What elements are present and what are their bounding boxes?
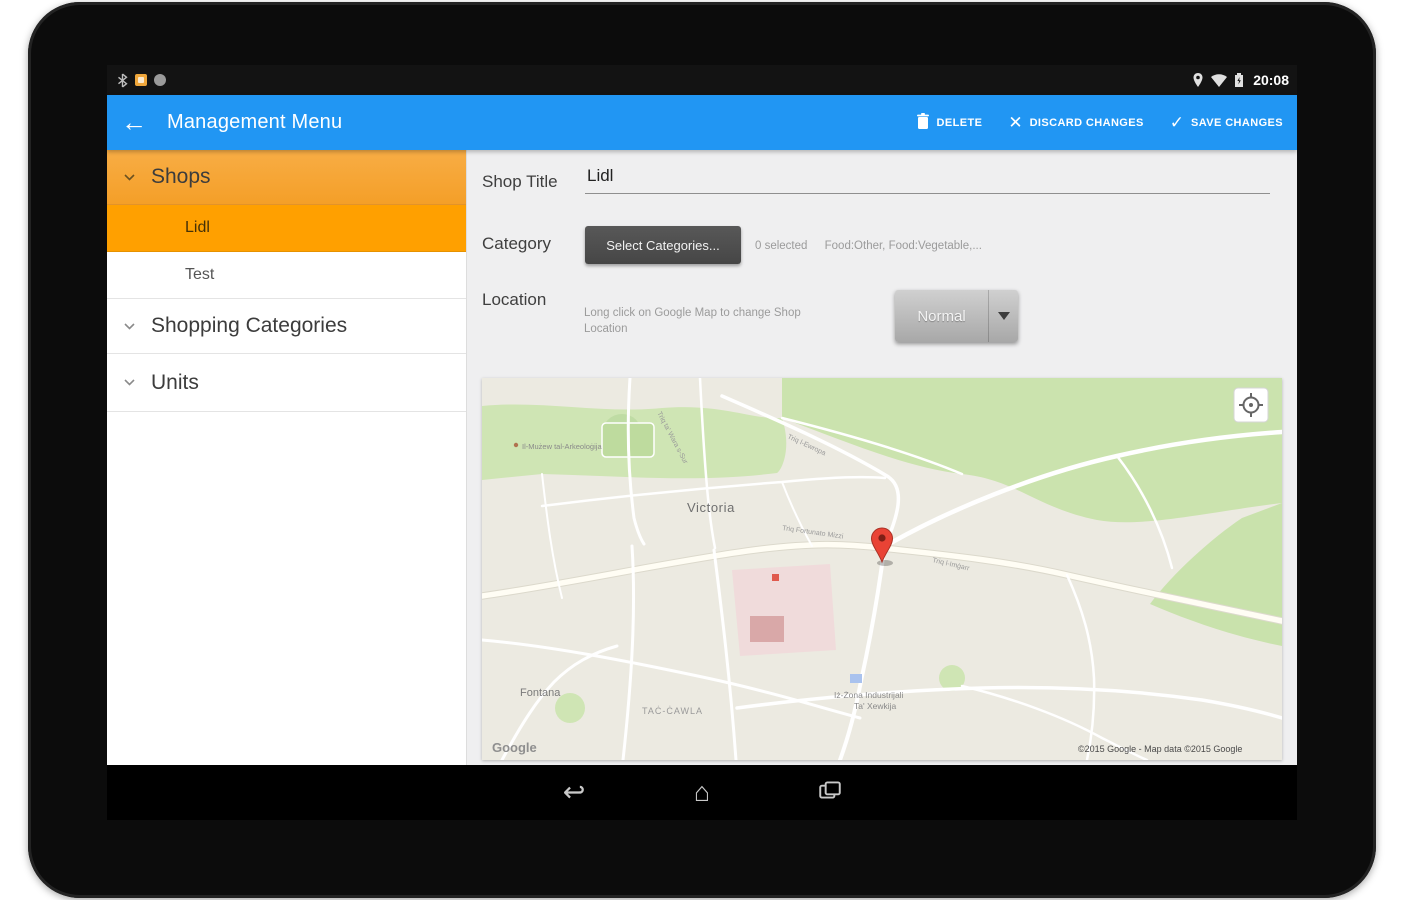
category-summary: 0 selected Food:Other, Food:Vegetable,..… <box>755 240 982 252</box>
nav-recents-button[interactable] <box>810 773 850 813</box>
chevron-down-icon <box>123 378 137 387</box>
delete-button[interactable]: DELETE <box>916 112 983 133</box>
sd-card-icon <box>135 74 147 86</box>
chevron-down-icon <box>997 312 1010 320</box>
category-selected-count: 0 selected <box>755 240 808 252</box>
sidebar-group-shops[interactable]: Shops <box>107 150 466 205</box>
sidebar-group-label: Shopping Categories <box>151 314 348 337</box>
sidebar-group-shopping-categories[interactable]: Shopping Categories <box>107 299 466 354</box>
delete-label: DELETE <box>936 116 983 129</box>
spinner-arrow-box <box>988 290 1018 342</box>
notification-icon <box>154 74 166 86</box>
wifi-icon <box>1210 73 1228 88</box>
nav-back-button[interactable]: ↩ <box>554 773 594 813</box>
chevron-down-icon <box>123 173 137 182</box>
battery-icon <box>1234 72 1244 88</box>
google-map[interactable]: Victoria Fontana TAĊ-ĊAWLA Iż-Żona Indus… <box>478 376 1286 762</box>
content-area: Shops Lidl Test Shopping Categories Unit… <box>107 150 1297 765</box>
map-label-industrial-1: Iż-Żona Industrijali <box>834 690 904 700</box>
shop-edit-form: Shop Title Category Select Categories...… <box>467 150 1297 765</box>
shop-title-label: Shop Title <box>482 172 558 191</box>
device-screen: 20:08 ← Management Menu DELETE ✕ DISCARD… <box>107 65 1297 820</box>
app-bar-actions: DELETE ✕ DISCARD CHANGES ✓ SAVE CHANGES <box>916 112 1283 133</box>
map-label-district: TAĊ-ĊAWLA <box>642 706 703 716</box>
nav-home-button[interactable]: ⌂ <box>682 773 722 813</box>
location-label: Location <box>482 290 547 309</box>
android-nav-bar: ↩ ⌂ <box>107 765 1297 820</box>
sidebar-item-label: Lidl <box>185 219 210 236</box>
clock: 20:08 <box>1253 72 1289 88</box>
sidebar-item-test[interactable]: Test <box>107 252 466 299</box>
map-copyright: ©2015 Google - Map data ©2015 Google <box>1078 744 1242 754</box>
map-poi-blue <box>850 674 862 683</box>
map-label-museum: Il-Mużew tal-Arkeoloġija <box>522 442 602 451</box>
gps-icon <box>1192 72 1204 88</box>
sidebar-group-units[interactable]: Units <box>107 354 466 412</box>
status-bar-right: 20:08 <box>1192 72 1297 88</box>
category-label: Category <box>482 234 551 253</box>
sidebar-group-label: Shops <box>151 165 211 188</box>
recents-icon <box>817 777 843 808</box>
sidebar-item-label: Test <box>185 266 215 283</box>
sidebar: Shops Lidl Test Shopping Categories Unit… <box>107 150 467 765</box>
page-title: Management Menu <box>167 111 343 133</box>
google-watermark: Google <box>492 740 537 755</box>
back-icon: ↩ <box>562 777 586 807</box>
my-location-button[interactable] <box>1233 387 1269 423</box>
select-categories-button[interactable]: Select Categories... <box>585 226 741 264</box>
map-label-city: Victoria <box>687 500 735 515</box>
discard-changes-button[interactable]: ✕ DISCARD CHANGES <box>1008 114 1143 131</box>
back-arrow-icon[interactable]: ← <box>121 107 155 138</box>
check-icon: ✓ <box>1169 113 1184 132</box>
bluetooth-icon <box>117 72 128 88</box>
shop-title-input[interactable] <box>585 158 1270 194</box>
tablet-frame: 20:08 ← Management Menu DELETE ✕ DISCARD… <box>28 2 1376 898</box>
map-type-value: Normal <box>917 307 966 325</box>
x-icon: ✕ <box>1008 113 1023 132</box>
map-label-industrial-2: Ta' Xewkija <box>854 701 897 711</box>
status-bar: 20:08 <box>107 65 1297 95</box>
discard-label: DISCARD CHANGES <box>1029 116 1144 129</box>
category-selected-list: Food:Other, Food:Vegetable,... <box>824 240 982 252</box>
home-icon: ⌂ <box>693 777 711 807</box>
map-type-spinner[interactable]: Normal <box>895 290 1018 342</box>
sidebar-group-label: Units <box>151 370 199 394</box>
status-bar-left <box>107 72 166 88</box>
app-bar: ← Management Menu DELETE ✕ DISCARD CHANG… <box>107 95 1297 150</box>
location-hint: Long click on Google Map to change Shop … <box>584 307 801 335</box>
map-canvas: Victoria Fontana TAĊ-ĊAWLA Iż-Żona Indus… <box>478 376 1286 762</box>
trash-icon <box>916 112 930 133</box>
sidebar-item-lidl[interactable]: Lidl <box>107 205 466 252</box>
chevron-down-icon <box>123 322 137 331</box>
save-label: SAVE CHANGES <box>1191 116 1283 129</box>
save-changes-button[interactable]: ✓ SAVE CHANGES <box>1170 114 1283 131</box>
map-label-village: Fontana <box>520 687 561 699</box>
map-hospital-area <box>732 564 836 656</box>
